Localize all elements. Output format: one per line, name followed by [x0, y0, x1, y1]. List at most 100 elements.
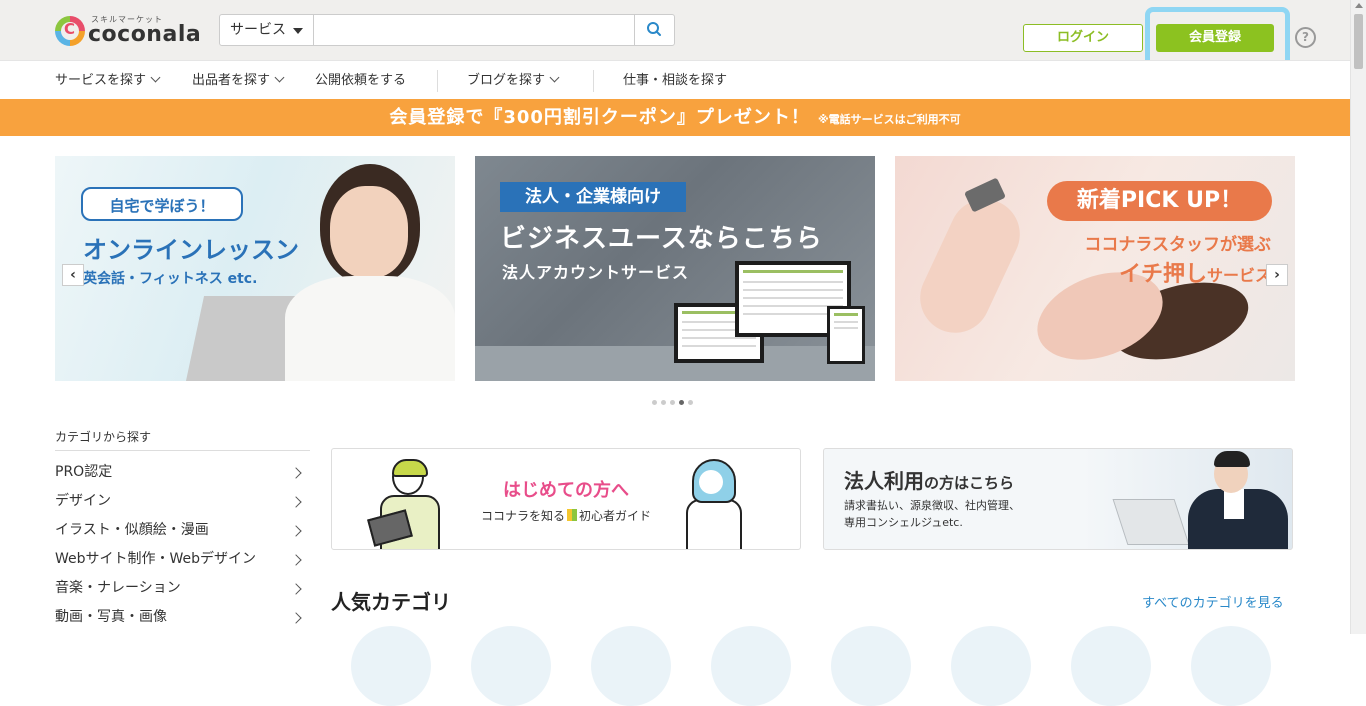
category-item[interactable]: デザイン	[55, 487, 310, 516]
nav-label: 公開依頼をする	[315, 73, 407, 88]
search-button[interactable]	[634, 15, 674, 45]
category-label: イラスト・似顔絵・漫画	[55, 522, 209, 538]
slide-subtitle: 英会話・フィットネス etc.	[83, 271, 258, 287]
category-circle[interactable]	[591, 626, 671, 706]
nav-find-blogs[interactable]: ブログを探す	[467, 61, 560, 100]
carousel-dot[interactable]	[652, 400, 657, 405]
carousel-dot-active[interactable]	[679, 400, 684, 405]
divider	[55, 450, 310, 451]
all-categories-link[interactable]: すべてのカテゴリを見る	[1142, 592, 1284, 611]
slide-line-2: イチ押しサービス	[1119, 256, 1271, 288]
search-input[interactable]	[315, 15, 633, 45]
slide-line-1: ココナラスタッフが選ぶ	[1084, 235, 1271, 255]
chevron-down-icon	[150, 72, 161, 83]
category-circle[interactable]	[1191, 626, 1271, 706]
carousel-dots	[652, 390, 697, 409]
category-circle[interactable]	[951, 626, 1031, 706]
category-label: 音楽・ナレーション	[55, 580, 181, 596]
woman-body-illustration	[285, 276, 455, 381]
promo-text: 会員登録で『300円割引クーポン』プレゼント！	[389, 107, 810, 128]
carousel-dot[interactable]	[661, 400, 666, 405]
card-title-suffix: の方はこちら	[924, 474, 1015, 492]
chevron-right-icon	[290, 496, 302, 508]
chevron-down-icon	[549, 72, 560, 83]
chevron-right-icon	[290, 467, 302, 479]
card-subtitle-a: ココナラを知る	[480, 509, 565, 523]
nav-post-request[interactable]: 公開依頼をする	[315, 61, 406, 100]
category-item[interactable]: PRO認定	[55, 458, 310, 487]
scrollbar[interactable]	[1350, 0, 1366, 634]
nav-find-services[interactable]: サービスを探す	[55, 61, 161, 100]
category-circle[interactable]	[1071, 626, 1151, 706]
carousel-next-button[interactable]: ›	[1266, 264, 1288, 286]
logo[interactable]: C スキルマーケット coconala	[55, 14, 205, 48]
carousel-dot[interactable]	[688, 400, 693, 405]
logo-text: coconala	[88, 22, 202, 47]
category-item[interactable]: 音楽・ナレーション	[55, 574, 310, 603]
card-subtitle: ココナラを知る 初心者ガイド	[332, 507, 800, 524]
business-card[interactable]: 法人利用の方はこちら 請求書払い、源泉徴収、社内管理、 専用コンシェルジュetc…	[823, 448, 1293, 550]
carousel-dot[interactable]	[670, 400, 675, 405]
scroll-up-arrow-icon[interactable]	[1355, 3, 1363, 8]
caret-down-icon	[293, 28, 303, 34]
beginner-guide-card[interactable]: はじめての方へ ココナラを知る 初心者ガイド	[331, 448, 801, 550]
businessman-hair-illustration	[1214, 451, 1250, 467]
search-icon	[647, 22, 661, 36]
nav-label: サービスを探す	[55, 73, 147, 88]
search-category-select[interactable]: サービス	[220, 15, 314, 45]
category-circle[interactable]	[471, 626, 551, 706]
login-button[interactable]: ログイン	[1023, 24, 1143, 52]
help-icon[interactable]: ?	[1295, 27, 1316, 48]
category-heading: カテゴリから探す	[55, 430, 152, 444]
card-title: はじめての方へ	[503, 480, 629, 501]
carousel-slide-online-lesson[interactable]: 自宅で学ぼう！ オンラインレッスン 英会話・フィットネス etc.	[55, 156, 455, 381]
slide-pill: 新着PICK UP！	[1047, 181, 1272, 221]
card-title-main: 法人利用	[844, 469, 924, 493]
chevron-right-icon	[290, 525, 302, 537]
carousel-prev-button[interactable]: ‹	[62, 264, 84, 286]
tablet-device-illustration	[827, 306, 865, 364]
category-label: PRO認定	[55, 464, 113, 480]
promo-banner[interactable]: 会員登録で『300円割引クーポン』プレゼント！ ※電話サービスはご利用不可	[0, 99, 1350, 136]
man-illustration	[367, 459, 442, 549]
arm-illustration	[908, 187, 1032, 345]
carousel-slide-pickup[interactable]: 新着PICK UP！ ココナラスタッフが選ぶ イチ押しサービス	[895, 156, 1295, 381]
nav-find-jobs[interactable]: 仕事・相談を探す	[623, 61, 727, 100]
woman-illustration	[682, 459, 744, 549]
search-bar: サービス	[219, 14, 675, 46]
beginner-mark-icon	[567, 509, 577, 521]
businessman-shirt-illustration	[1224, 489, 1244, 519]
nav-label: 仕事・相談を探す	[623, 73, 728, 88]
category-label: 動画・写真・画像	[55, 609, 167, 625]
chevron-right-icon	[290, 554, 302, 566]
category-item[interactable]: イラスト・似顔絵・漫画	[55, 516, 310, 545]
category-label: Webサイト制作・Webデザイン	[55, 551, 257, 567]
nav-divider	[593, 70, 594, 92]
chevron-down-icon	[274, 72, 285, 83]
category-label: デザイン	[55, 493, 111, 509]
promo-note: ※電話サービスはご利用不可	[817, 113, 961, 126]
chevron-right-icon	[290, 612, 302, 624]
category-item[interactable]: Webサイト制作・Webデザイン	[55, 545, 310, 574]
scrollbar-thumb[interactable]	[1354, 14, 1363, 69]
category-item[interactable]: 動画・写真・画像	[55, 603, 310, 632]
category-circle[interactable]	[351, 626, 431, 706]
header: C スキルマーケット coconala サービス ログイン 会員登録 ?	[0, 0, 1350, 69]
nav-find-sellers[interactable]: 出品者を探す	[192, 61, 285, 100]
slide-line-2-main: イチ押し	[1118, 262, 1207, 287]
carousel-slide-business[interactable]: 法人・企業様向け ビジネスユースならこちら 法人アカウントサービス	[475, 156, 875, 381]
laptop-illustration	[1112, 499, 1190, 545]
search-category-label: サービス	[230, 22, 286, 38]
card-description-1: 請求書払い、源泉徴収、社内管理、	[844, 499, 1020, 512]
woman-face-illustration	[330, 186, 408, 278]
logo-mark-letter: C	[64, 20, 76, 38]
category-circle[interactable]	[831, 626, 911, 706]
slide-title: ビジネスユースならこちら	[500, 224, 823, 254]
category-circle[interactable]	[711, 626, 791, 706]
main-nav: サービスを探す 出品者を探す 公開依頼をする ブログを探す 仕事・相談を探す	[0, 60, 1350, 100]
nav-divider	[437, 70, 438, 92]
slide-title: オンラインレッスン	[83, 236, 299, 264]
slide-line-2-suffix: サービス	[1206, 266, 1271, 285]
card-description-2: 専用コンシェルジュetc.	[844, 516, 963, 529]
card-subtitle-b: 初心者ガイド	[579, 509, 652, 523]
